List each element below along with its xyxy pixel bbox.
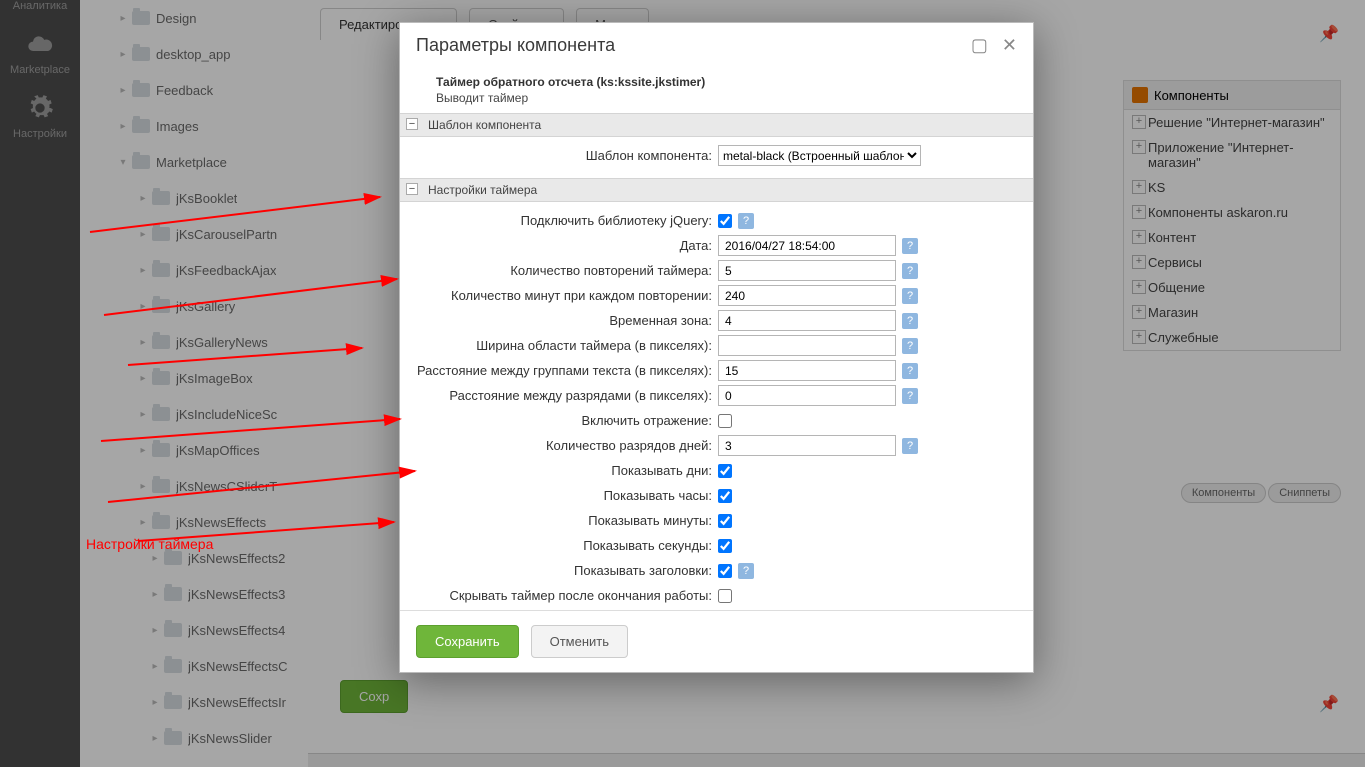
reflect-checkbox[interactable] bbox=[718, 414, 732, 428]
section-template-label: Шаблон компонента bbox=[428, 118, 541, 132]
repeat-input[interactable] bbox=[718, 260, 896, 281]
show-titles-label: Показывать заголовки: bbox=[412, 563, 718, 578]
help-icon[interactable]: ? bbox=[902, 288, 918, 304]
dialog-title: Параметры компонента bbox=[416, 35, 615, 56]
help-icon[interactable]: ? bbox=[902, 438, 918, 454]
show-minutes-checkbox[interactable] bbox=[718, 514, 732, 528]
help-icon[interactable]: ? bbox=[902, 313, 918, 329]
show-seconds-label: Показывать секунды: bbox=[412, 538, 718, 553]
show-days-label: Показывать дни: bbox=[412, 463, 718, 478]
days-digits-input[interactable] bbox=[718, 435, 896, 456]
tz-label: Временная зона: bbox=[412, 313, 718, 328]
show-hours-label: Показывать часы: bbox=[412, 488, 718, 503]
jquery-label: Подключить библиотеку jQuery: bbox=[412, 213, 718, 228]
section-timer-settings[interactable]: − Настройки таймера bbox=[400, 178, 1033, 202]
help-icon[interactable]: ? bbox=[902, 263, 918, 279]
help-icon[interactable]: ? bbox=[738, 563, 754, 579]
days-digits-label: Количество разрядов дней: bbox=[412, 438, 718, 453]
help-icon[interactable]: ? bbox=[738, 213, 754, 229]
group-gap-label: Расстояние между группами текста (в пикс… bbox=[412, 363, 718, 378]
date-input[interactable] bbox=[718, 235, 896, 256]
section-timer-label: Настройки таймера bbox=[428, 183, 537, 197]
help-icon[interactable]: ? bbox=[902, 388, 918, 404]
annotation-text: Настройки таймера bbox=[86, 536, 213, 552]
component-description: Выводит таймер bbox=[436, 91, 1017, 105]
show-minutes-label: Показывать минуты: bbox=[412, 513, 718, 528]
hide-end-checkbox[interactable] bbox=[718, 589, 732, 603]
template-select[interactable]: metal-black (Встроенный шаблон) bbox=[718, 145, 921, 166]
collapse-icon[interactable]: − bbox=[406, 118, 418, 130]
cancel-button[interactable]: Отменить bbox=[531, 625, 628, 658]
show-seconds-checkbox[interactable] bbox=[718, 539, 732, 553]
digit-gap-label: Расстояние между разрядами (в пикселях): bbox=[412, 388, 718, 403]
minutes-label: Количество минут при каждом повторении: bbox=[412, 288, 718, 303]
show-days-checkbox[interactable] bbox=[718, 464, 732, 478]
component-name: Таймер обратного отсчета (ks:kssite.jkst… bbox=[436, 75, 705, 89]
jquery-checkbox[interactable] bbox=[718, 214, 732, 228]
template-label: Шаблон компонента: bbox=[412, 148, 718, 163]
help-icon[interactable]: ? bbox=[902, 238, 918, 254]
width-input[interactable] bbox=[718, 335, 896, 356]
section-template[interactable]: − Шаблон компонента bbox=[400, 113, 1033, 137]
digit-gap-input[interactable] bbox=[718, 385, 896, 406]
show-hours-checkbox[interactable] bbox=[718, 489, 732, 503]
help-icon[interactable]: ? bbox=[902, 338, 918, 354]
save-button[interactable]: Сохранить bbox=[416, 625, 519, 658]
help-icon[interactable]: ? bbox=[902, 363, 918, 379]
tz-input[interactable] bbox=[718, 310, 896, 331]
collapse-icon[interactable]: − bbox=[406, 183, 418, 195]
repeat-label: Количество повторений таймера: bbox=[412, 263, 718, 278]
group-gap-input[interactable] bbox=[718, 360, 896, 381]
hide-end-label: Скрывать таймер после окончания работы: bbox=[412, 588, 718, 603]
date-label: Дата: bbox=[412, 238, 718, 253]
dialog-titlebar: Параметры компонента ▢ ✕ bbox=[400, 23, 1033, 68]
close-icon[interactable]: ✕ bbox=[1002, 35, 1017, 56]
component-params-dialog: Параметры компонента ▢ ✕ Таймер обратног… bbox=[399, 22, 1034, 673]
reflect-label: Включить отражение: bbox=[412, 413, 718, 428]
show-titles-checkbox[interactable] bbox=[718, 564, 732, 578]
maximize-icon[interactable]: ▢ bbox=[971, 35, 988, 56]
width-label: Ширина области таймера (в пикселях): bbox=[412, 338, 718, 353]
minutes-input[interactable] bbox=[718, 285, 896, 306]
